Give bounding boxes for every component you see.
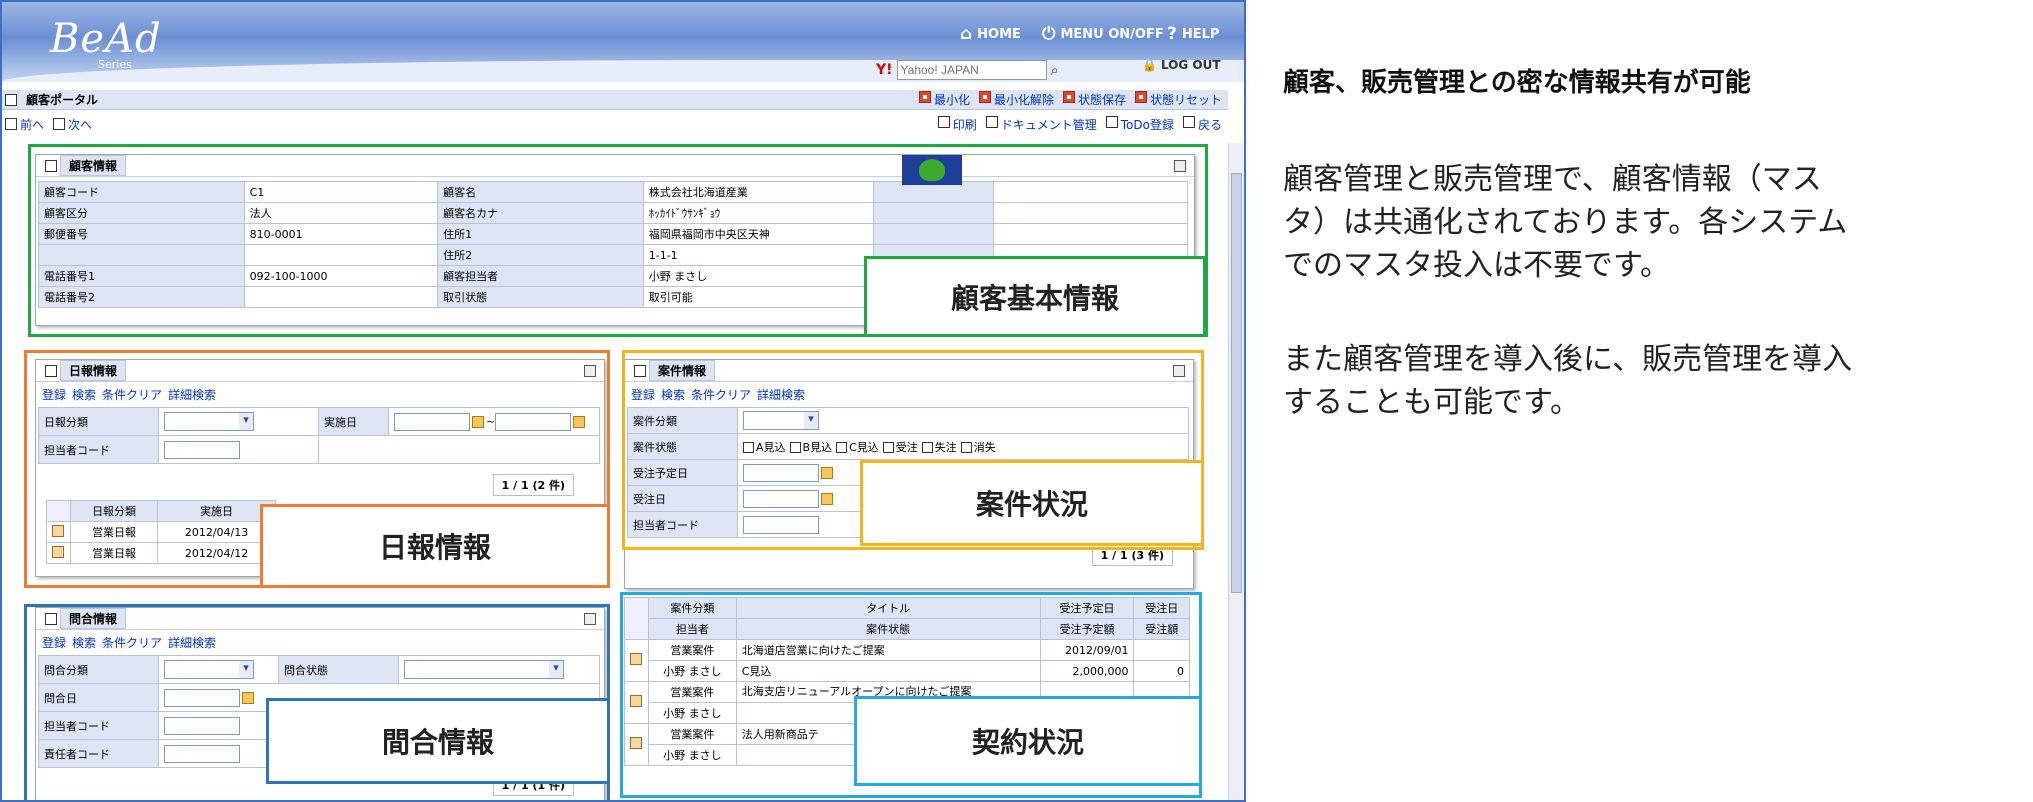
callout-contract: 契約状況 (854, 696, 1202, 786)
callout-basic: 顧客基本情報 (864, 256, 1206, 337)
description-line: でのマスタ投入は不要です。 (1283, 248, 1670, 283)
menu-toggle-link[interactable]: ⏻ MENU ON/OFF (1042, 24, 1164, 44)
nav-bar: 前へ 次へ 印刷 ドキュメント管理 ToDo登録 戻る (2, 114, 1228, 134)
print-icon (937, 115, 950, 128)
portal-actions: 最小化 最小化解除 状態保存 状態リセット (916, 91, 1228, 108)
description-line: また顧客管理を導入後に、販売管理を導入 (1283, 342, 1853, 377)
reset-state-icon (1134, 91, 1147, 103)
description-line: タ）は共通化されております。各システム (1283, 205, 1848, 240)
prev-icon (5, 118, 17, 130)
window-icon (5, 93, 17, 106)
search-icon[interactable]: ⌕ (1051, 61, 1059, 79)
back-icon (1182, 115, 1195, 128)
document-link[interactable]: ドキュメント管理 (1001, 116, 1097, 133)
callout-deal: 案件状況 (860, 460, 1204, 546)
restore-all-link[interactable]: 最小化解除 (994, 91, 1054, 108)
lock-icon: 🔒 (1142, 58, 1157, 72)
todo-link[interactable]: ToDo登録 (1121, 116, 1174, 133)
reset-state-link[interactable]: 状態リセット (1150, 91, 1222, 108)
page-title-bar: 顧客ポータル 最小化 最小化解除 状態保存 状態リセット (2, 90, 1228, 110)
document-icon (985, 115, 998, 128)
prev-link[interactable]: 前へ (20, 116, 44, 133)
description-line: することも可能です。 (1283, 385, 1580, 420)
todo-icon (1105, 115, 1118, 128)
save-state-icon (1062, 91, 1075, 103)
restore-icon (978, 91, 991, 103)
power-icon: ⏻ (1042, 24, 1056, 44)
minimize-icon (918, 91, 931, 103)
app-screenshot: BeAd Series ⌂ HOME ⏻ MENU ON/OFF ? HELP Y! … (0, 0, 1246, 802)
yahoo-logo-icon: Y! (876, 62, 893, 78)
description-line: 顧客管理と販売管理で、顧客情報（マス (1283, 162, 1822, 197)
logout-link[interactable]: 🔒 LOG OUT (1142, 58, 1221, 72)
home-icon: ⌂ (960, 24, 973, 44)
next-icon (53, 118, 66, 130)
search-input[interactable] (896, 60, 1047, 80)
app-header: BeAd Series ⌂ HOME ⏻ MENU ON/OFF ? HELP Y! … (2, 2, 1244, 82)
description-heading: 顧客、販売管理との密な情報共有が可能 (1283, 68, 1751, 98)
back-link[interactable]: 戻る (1198, 116, 1222, 133)
yahoo-search: Y! ⌕ (876, 60, 1059, 80)
question-icon: ? (1167, 24, 1177, 44)
page-title: 顧客ポータル (26, 93, 99, 107)
scrollbar[interactable] (1228, 143, 1244, 800)
callout-inquiry: 間合情報 (266, 698, 610, 784)
save-state-link[interactable]: 状態保存 (1078, 91, 1126, 108)
minimize-all-link[interactable]: 最小化 (934, 91, 970, 108)
logo-subtitle: Series (98, 58, 132, 71)
callout-daily: 日報情報 (260, 504, 610, 588)
help-link[interactable]: ? HELP (1167, 24, 1219, 44)
print-link[interactable]: 印刷 (953, 116, 977, 133)
next-link[interactable]: 次へ (68, 116, 92, 133)
app-logo[interactable]: BeAd (50, 16, 162, 62)
home-link[interactable]: ⌂ HOME (960, 24, 1021, 44)
